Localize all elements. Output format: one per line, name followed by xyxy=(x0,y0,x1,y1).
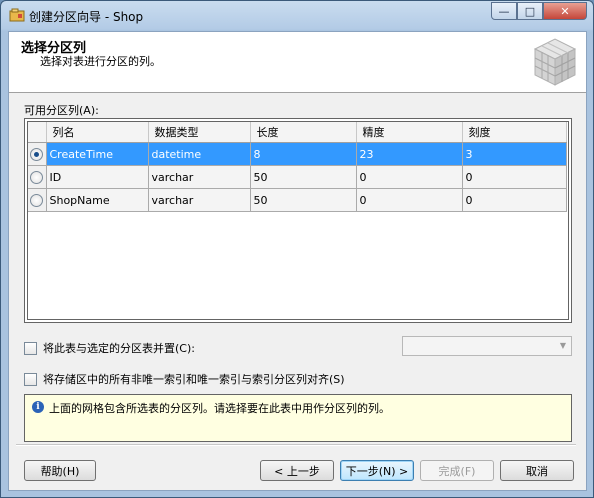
minimize-icon: — xyxy=(498,4,510,18)
footer-divider xyxy=(16,444,576,446)
row-radio-cell[interactable] xyxy=(28,142,47,166)
next-button[interactable]: 下一步(N) > xyxy=(340,460,414,481)
cell-scale: 0 xyxy=(462,188,567,212)
partition-columns-grid: 列名 数据类型 长度 精度 刻度 CreateTime datetime 8 2… xyxy=(24,118,572,323)
info-text: 上面的网格包含所选表的分区列。请选择要在此表中用作分区列的列。 xyxy=(49,402,390,415)
cell-precision: 0 xyxy=(356,165,463,189)
row-radio-cell[interactable] xyxy=(28,165,47,189)
align-indexes-option[interactable]: 将存储区中的所有非唯一索引和唯一索引与索引分区列对齐(S) xyxy=(24,371,345,387)
column-header-precision[interactable]: 精度 xyxy=(356,122,463,143)
row-radio-cell[interactable] xyxy=(28,188,47,212)
columns-table: 列名 数据类型 长度 精度 刻度 CreateTime datetime 8 2… xyxy=(28,122,567,212)
cell-name: ID xyxy=(46,165,149,189)
table-row[interactable]: ID varchar 50 0 0 xyxy=(28,165,567,189)
cell-type: datetime xyxy=(148,142,251,166)
collocate-table-select[interactable]: ▼ xyxy=(402,336,572,356)
collocate-option[interactable]: 将此表与选定的分区表并置(C): xyxy=(24,340,195,356)
cell-length: 50 xyxy=(250,165,357,189)
maximize-button[interactable]: □ xyxy=(517,2,543,20)
cell-precision: 23 xyxy=(356,142,463,166)
column-header-length[interactable]: 长度 xyxy=(250,122,357,143)
close-icon: ✕ xyxy=(560,4,570,18)
close-button[interactable]: ✕ xyxy=(543,2,587,20)
maximize-icon: □ xyxy=(524,4,536,18)
minimize-button[interactable]: — xyxy=(491,2,517,20)
align-indexes-checkbox[interactable] xyxy=(24,372,37,386)
page-subtitle: 选择对表进行分区的列。 xyxy=(40,55,161,68)
table-row[interactable]: ShopName varchar 50 0 0 xyxy=(28,188,567,212)
collocate-label: 将此表与选定的分区表并置(C): xyxy=(43,342,195,355)
back-button[interactable]: < 上一步 xyxy=(260,460,334,481)
cell-name: ShopName xyxy=(46,188,149,212)
cancel-button[interactable]: 取消 xyxy=(500,460,574,481)
help-button[interactable]: 帮助(H) xyxy=(24,460,96,481)
cell-length: 8 xyxy=(250,142,357,166)
unselected-radio[interactable] xyxy=(30,193,44,207)
wizard-app-icon xyxy=(9,8,25,22)
chevron-down-icon: ▼ xyxy=(559,341,566,350)
table-row[interactable]: CreateTime datetime 8 23 3 xyxy=(28,142,567,166)
collocate-checkbox[interactable] xyxy=(24,341,37,355)
title-bar[interactable]: 创建分区向导 - Shop — □ ✕ xyxy=(1,1,593,31)
window-title: 创建分区向导 - Shop xyxy=(29,10,144,24)
cell-precision: 0 xyxy=(356,188,463,212)
wizard-body: 选择分区列 选择对表进行分区的列。 可用分区列(A): 列名 数据类型 长度 精… xyxy=(8,31,587,491)
finish-button[interactable]: 完成(F) xyxy=(420,460,494,481)
info-panel: i 上面的网格包含所选表的分区列。请选择要在此表中用作分区列的列。 xyxy=(24,394,572,442)
info-icon: i xyxy=(32,401,44,413)
grid-label: 可用分区列(A): xyxy=(24,104,99,117)
column-header-type[interactable]: 数据类型 xyxy=(148,122,251,143)
select-column-header xyxy=(28,122,47,143)
selected-radio[interactable] xyxy=(30,147,44,161)
cell-scale: 0 xyxy=(462,165,567,189)
cell-type: varchar xyxy=(148,188,251,212)
align-indexes-label: 将存储区中的所有非唯一索引和唯一索引与索引分区列对齐(S) xyxy=(43,373,345,386)
cell-length: 50 xyxy=(250,188,357,212)
column-header-scale[interactable]: 刻度 xyxy=(462,122,567,143)
wizard-window: 创建分区向导 - Shop — □ ✕ 选择分区列 选择对表进行分区的列。 可用… xyxy=(0,0,594,498)
cell-scale: 3 xyxy=(462,142,567,166)
cell-type: varchar xyxy=(148,165,251,189)
page-header: 选择分区列 选择对表进行分区的列。 xyxy=(9,32,586,93)
cell-name: CreateTime xyxy=(46,142,149,166)
unselected-radio[interactable] xyxy=(30,170,44,184)
partition-cube-icon xyxy=(533,38,577,86)
column-header-name[interactable]: 列名 xyxy=(46,122,149,143)
